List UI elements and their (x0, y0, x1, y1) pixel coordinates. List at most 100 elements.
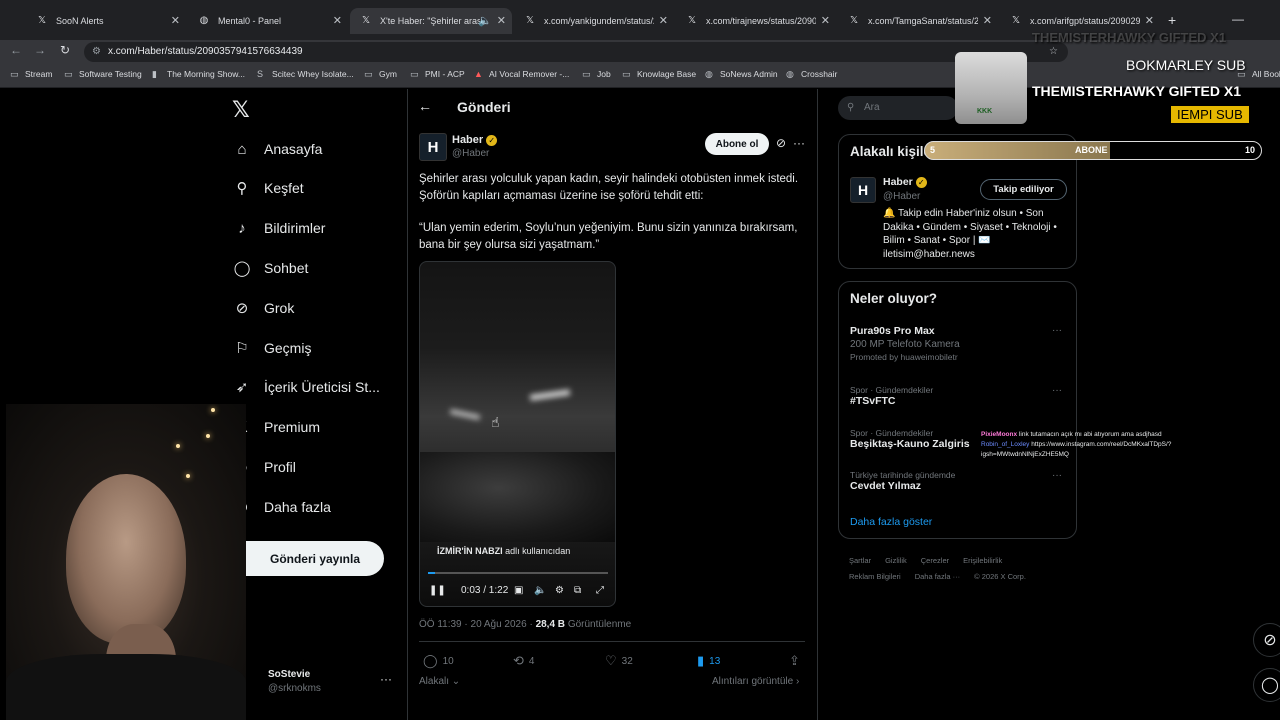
back-icon[interactable]: ← (10, 43, 22, 57)
chat-floating-icon[interactable]: ◯ (1253, 668, 1280, 702)
sidebar-item-home[interactable]: ⌂ Anasayfa (232, 136, 322, 162)
sidebar-item-grok[interactable]: ⊘ Grok (232, 295, 295, 321)
trend-item[interactable]: Pura90s Pro Max 200 MP Telefoto Kamera P… (850, 325, 1070, 362)
browser-tab-active[interactable]: 𝕏 X'te Haber: "Şehirler arası y 🔈 ✕ (350, 8, 512, 34)
post-button[interactable]: Gönderi yayınla (246, 541, 384, 576)
bookmark-item[interactable]: ◍ SoNews Admin (705, 69, 778, 79)
close-icon[interactable]: ✕ (659, 14, 668, 27)
footer-link[interactable]: Erişilebilirlik (963, 556, 1002, 565)
site-info-icon[interactable]: ⚙ (92, 42, 101, 62)
sidebar-item-bookmarks[interactable]: ⚐ Geçmiş (232, 335, 311, 361)
address-bar[interactable]: ⚙ x.com/Haber/status/2090357941576634439… (84, 42, 1068, 62)
forward-icon[interactable]: → (34, 43, 46, 57)
view-quotes-link[interactable]: Alıntıları görüntüle › (712, 676, 799, 687)
settings-icon[interactable]: ⚙ (555, 585, 564, 596)
account-handle: @srknokms (268, 683, 321, 694)
video-progress-bar[interactable] (428, 572, 608, 574)
more-icon[interactable]: ··· (380, 672, 392, 686)
reply-sort-dropdown[interactable]: Alakalı ⌄ (419, 676, 460, 687)
bookmark-item[interactable]: ▭ Software Testing (64, 69, 142, 79)
x-icon: 𝕏 (525, 15, 535, 26)
sidebar-item-more[interactable]: ⊙Daha fazla (232, 494, 331, 520)
avatar[interactable]: H (850, 177, 876, 203)
bokeh-light (176, 444, 180, 448)
bookmark-item[interactable]: ▭ Gym (364, 69, 397, 79)
post-author-name[interactable]: Haber ✓ (452, 134, 498, 146)
sidebar-item-explore[interactable]: ⚲ Keşfet (232, 175, 304, 201)
grok-icon[interactable]: ⊘ (776, 136, 786, 150)
video-credit[interactable]: İZMİR'İN NABZI adlı kullanıcıdan (437, 546, 570, 556)
bookmark-icon: ▮ (697, 653, 705, 668)
url-text: x.com/Haber/status/2090357941576634439 (108, 46, 303, 57)
chevron-down-icon: ⌄ (451, 676, 461, 687)
search-input[interactable]: ⚲ Ara (838, 96, 958, 120)
footer-link[interactable]: Çerezler (921, 556, 949, 565)
repost-button[interactable]: ⟲ 4 (513, 653, 534, 669)
footer-link[interactable]: Şartlar (849, 556, 871, 565)
reload-icon[interactable]: ↻ (60, 43, 70, 57)
more-icon[interactable]: ··· (1052, 470, 1062, 481)
video-player[interactable]: İZMİR'İN NABZI adlı kullanıcıdan ❚❚ 0:03… (419, 261, 616, 607)
fullscreen-icon[interactable]: ⤢ (596, 585, 604, 596)
bookmark-item[interactable]: ▭ Knowlage Base (622, 69, 696, 79)
more-icon[interactable]: ··· (1052, 325, 1062, 336)
captions-icon[interactable]: ▣ (514, 585, 523, 596)
close-icon[interactable]: ✕ (333, 14, 342, 27)
trend-item[interactable]: Türkiye tarihinde gündemde Cevdet Yılmaz… (850, 470, 1070, 492)
share-button[interactable]: ⇪ (789, 653, 805, 669)
trend-item[interactable]: Spor · Gündemdekiler #TSvFTC ··· (850, 385, 1070, 407)
sidebar-item-chat[interactable]: ◯ Sohbet (232, 255, 309, 281)
bookmark-item[interactable]: ▲ AI Vocal Remover -... (474, 69, 569, 79)
close-icon[interactable]: ✕ (1145, 14, 1154, 27)
folder-icon: ▭ (622, 68, 631, 79)
bookmark-item[interactable]: ▭ Job (582, 69, 611, 79)
sidebar-item-label: Profil (264, 459, 296, 475)
streamer-shirt (6, 654, 246, 720)
close-icon[interactable]: ✕ (821, 14, 830, 27)
sidebar-item-creator-studio[interactable]: ➶ İçerik Üreticisi St... (232, 374, 380, 400)
subscribe-button[interactable]: Abone ol (705, 133, 769, 155)
minimize-icon[interactable]: — (1232, 12, 1244, 26)
reply-button[interactable]: ◯ 10 (423, 653, 454, 669)
bookmark-item[interactable]: ▭ Stream (10, 69, 52, 79)
grok-floating-icon[interactable]: ⊘ (1253, 623, 1280, 657)
star-icon[interactable]: ☆ (1049, 42, 1058, 62)
back-arrow-icon[interactable]: ← (418, 98, 432, 114)
browser-tab[interactable]: 𝕏 SooN Alerts ✕ (26, 8, 186, 34)
browser-tab[interactable]: 𝕏 x.com/TamgaSanat/status/2090 ✕ (838, 8, 998, 34)
account-name: SoStevie (268, 669, 311, 680)
show-more-link[interactable]: Daha fazla göster (850, 516, 932, 528)
more-icon[interactable]: ··· (793, 136, 805, 150)
browser-tab[interactable]: ◍ Mental0 - Panel ✕ (188, 8, 348, 34)
more-icon[interactable]: ··· (1052, 385, 1062, 396)
post-author-handle[interactable]: @Haber (452, 148, 489, 159)
x-icon: 𝕏 (37, 15, 47, 26)
close-icon[interactable]: ✕ (983, 14, 992, 27)
bookmark-button[interactable]: ▮ 13 (697, 653, 720, 669)
footer-link[interactable]: Daha fazla ··· (915, 572, 960, 581)
speaker-icon[interactable]: 🔈 (478, 14, 492, 27)
following-button[interactable]: Takip ediliyor (980, 179, 1067, 200)
relevant-handle[interactable]: @Haber (883, 191, 920, 202)
new-tab-icon[interactable]: + (1168, 12, 1176, 28)
pip-icon[interactable]: ⧉ (574, 585, 581, 596)
relevant-name[interactable]: Haber ✓ (883, 176, 927, 188)
browser-tab[interactable]: 𝕏 x.com/yankigundem/status/20 ✕ (514, 8, 674, 34)
footer-link[interactable]: Gizlilik (885, 556, 907, 565)
overlay-ticker-line: BOKMARLEY SUB (1126, 57, 1246, 73)
pause-icon[interactable]: ❚❚ (429, 585, 446, 596)
bookmark-item[interactable]: ▮ The Morning Show... (152, 69, 245, 79)
close-icon[interactable]: ✕ (497, 14, 506, 27)
avatar[interactable]: H (419, 133, 447, 161)
footer-link[interactable]: Reklam Bilgileri (849, 572, 901, 581)
browser-tab[interactable]: 𝕏 x.com/tirajnews/status/20903 ✕ (676, 8, 836, 34)
volume-icon[interactable]: 🔈 (534, 585, 546, 596)
bookmark-item[interactable]: S Scitec Whey Isolate... (257, 69, 354, 79)
like-button[interactable]: ♡ 32 (605, 653, 633, 669)
search-icon: ⚲ (236, 180, 248, 197)
sidebar-item-notifications[interactable]: ♪ Bildirimler (232, 215, 325, 241)
close-icon[interactable]: ✕ (171, 14, 180, 27)
bookmark-item[interactable]: ◍ Crosshair (786, 69, 837, 79)
x-logo-icon[interactable]: 𝕏 (232, 97, 250, 123)
bookmark-item[interactable]: ▭ PMI - ACP (410, 69, 465, 79)
